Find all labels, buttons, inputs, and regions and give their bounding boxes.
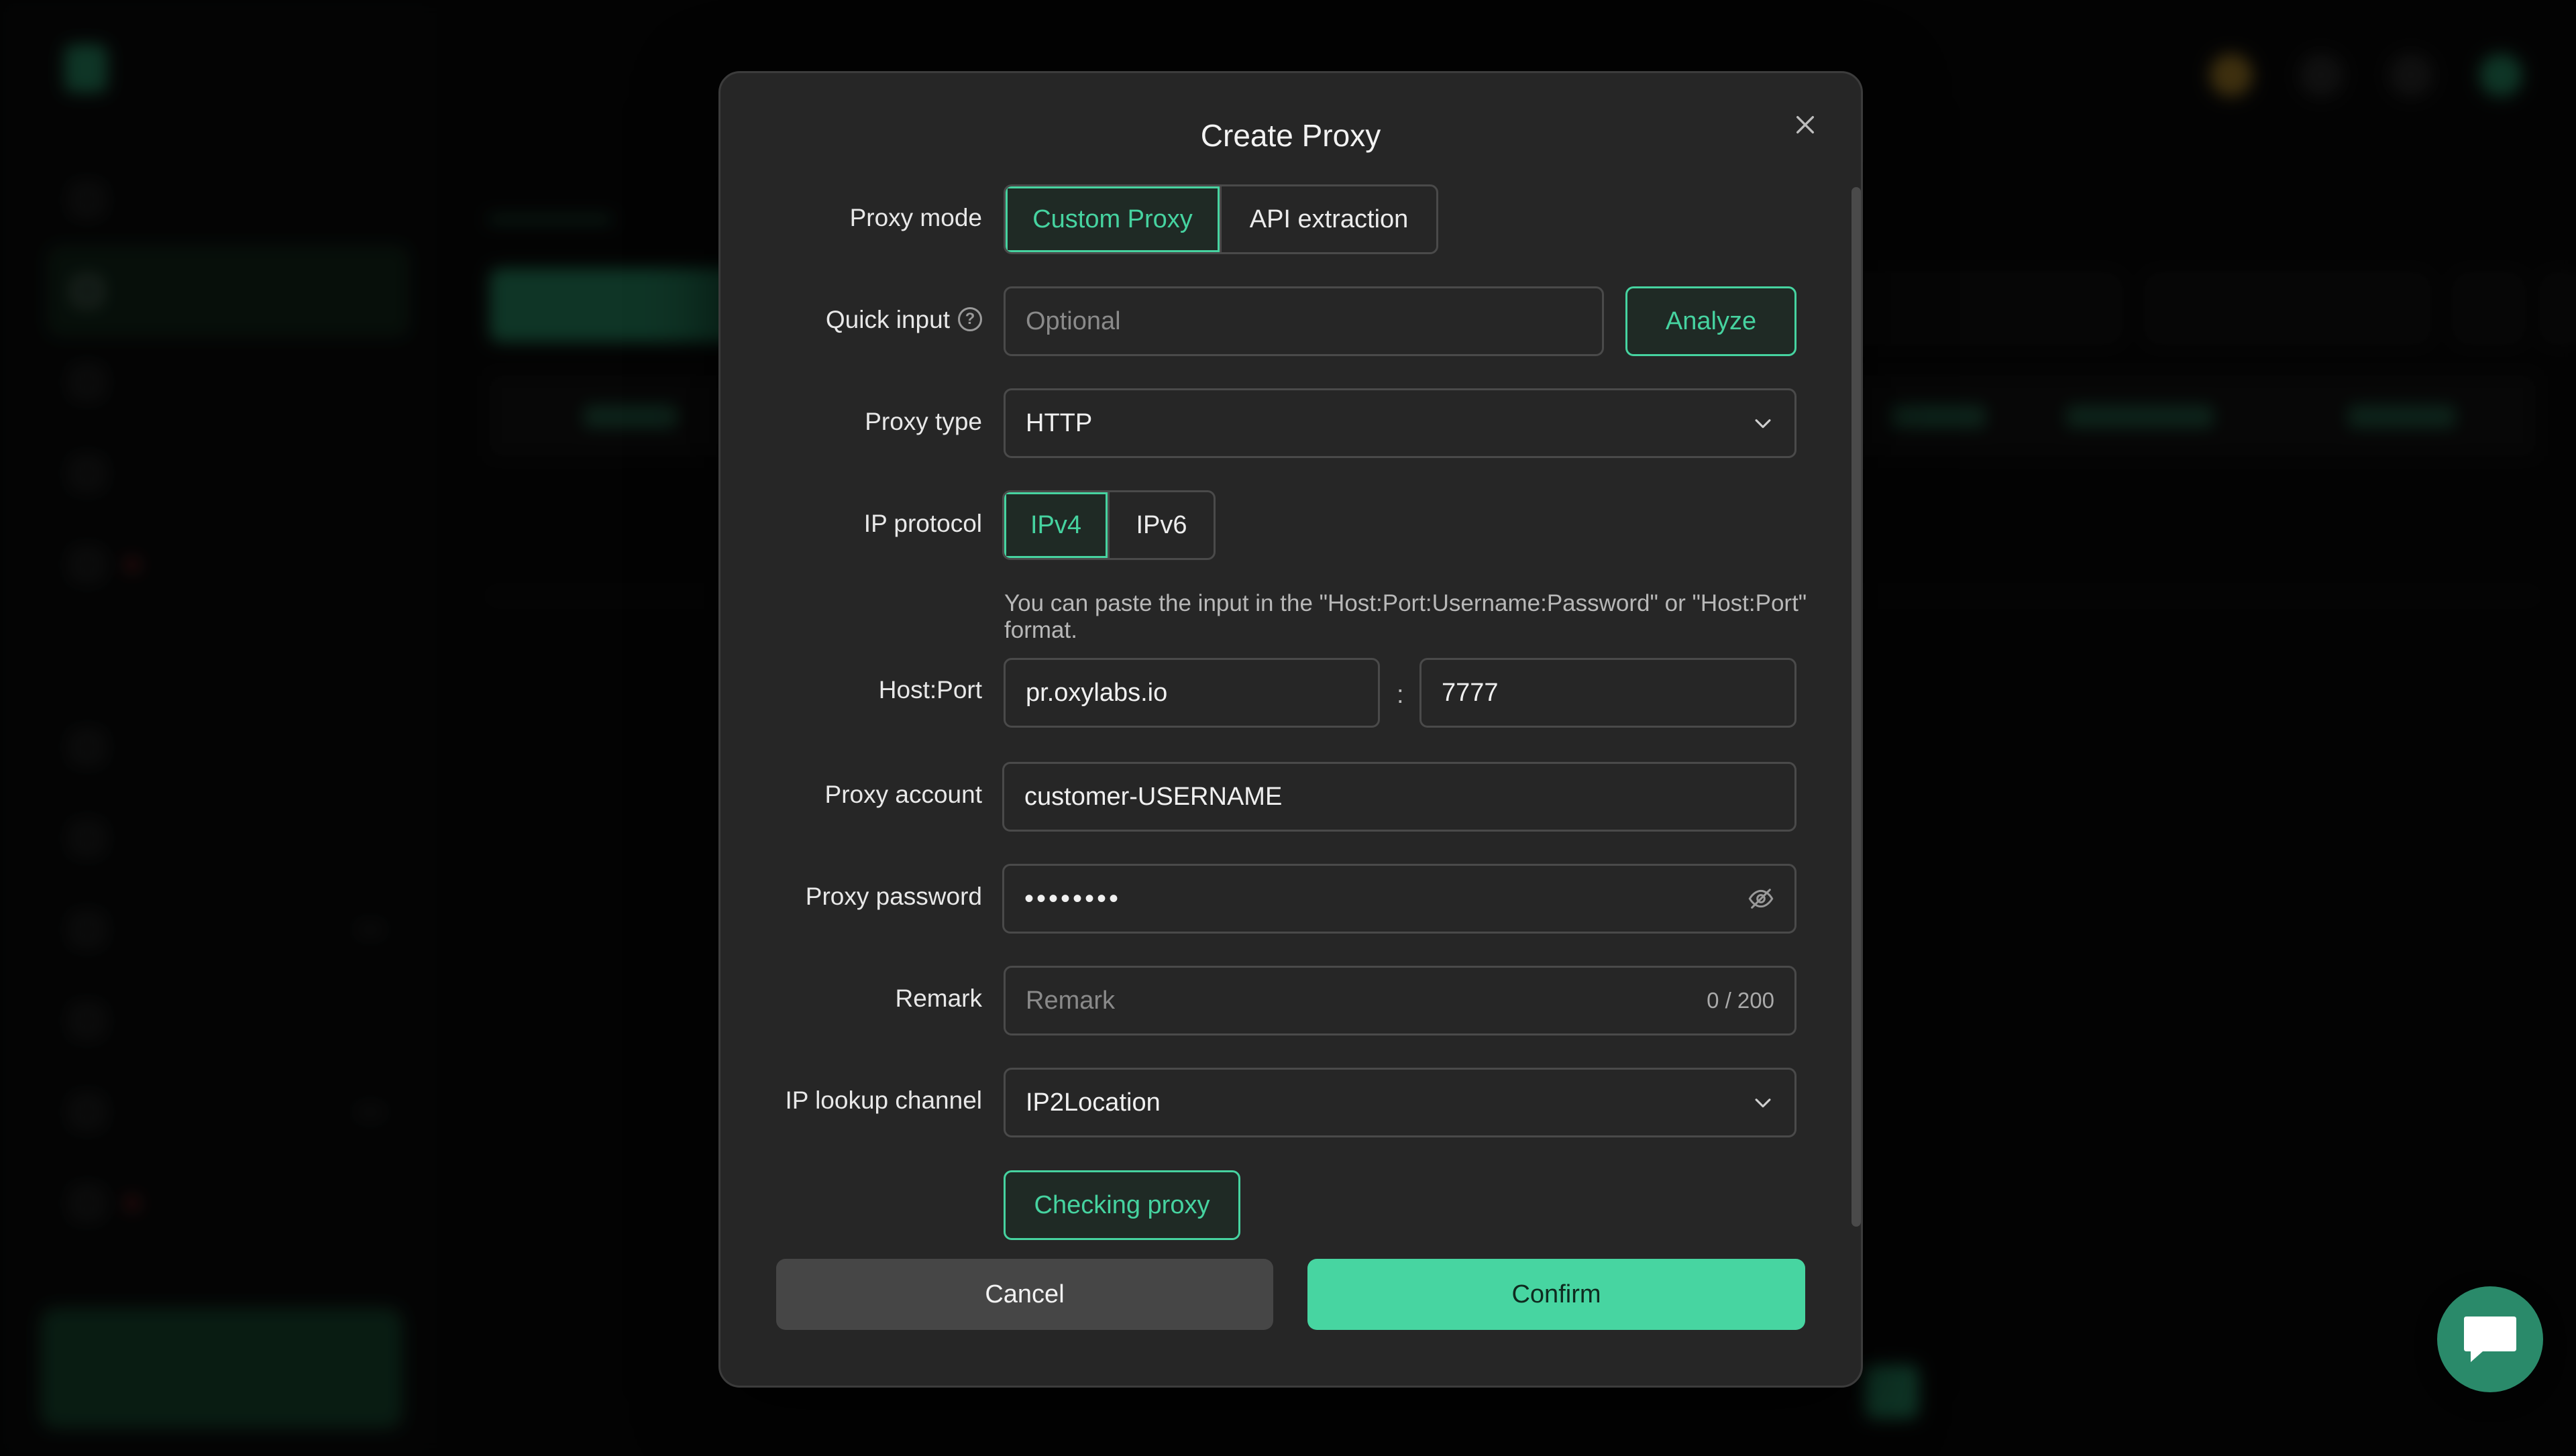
checking-proxy-button[interactable]: Checking proxy xyxy=(1004,1170,1240,1240)
host-value: pr.oxylabs.io xyxy=(1026,678,1168,707)
ip-lookup-channel-value: IP2Location xyxy=(1026,1088,1161,1117)
proxy-password-label: Proxy password xyxy=(805,883,982,910)
remark-label: Remark xyxy=(895,985,982,1012)
proxy-mode-custom-proxy[interactable]: Custom Proxy xyxy=(1006,186,1222,252)
chevron-down-icon xyxy=(1755,419,1771,429)
help-icon[interactable]: ? xyxy=(958,307,982,332)
quick-input-field[interactable] xyxy=(1004,286,1604,356)
chat-icon xyxy=(2464,1317,2516,1362)
proxy-account-label: Proxy account xyxy=(824,781,982,808)
confirm-button[interactable]: Confirm xyxy=(1307,1259,1805,1330)
eye-off-icon[interactable] xyxy=(1748,885,1774,912)
proxy-password-value: •••••••• xyxy=(1024,883,1122,913)
proxy-mode-segmented: Custom Proxy API extraction xyxy=(1004,184,1438,254)
host-port-separator: : xyxy=(1397,681,1404,709)
remark-input[interactable] xyxy=(1026,986,1625,1015)
ip-protocol-ipv6[interactable]: IPv6 xyxy=(1110,492,1214,558)
proxy-mode-api-extraction[interactable]: API extraction xyxy=(1222,186,1436,252)
port-field[interactable]: 7777 xyxy=(1419,658,1796,728)
ip-protocol-segmented: IPv4 IPv6 xyxy=(1002,490,1216,560)
proxy-type-value: HTTP xyxy=(1026,408,1093,437)
ip-protocol-ipv4[interactable]: IPv4 xyxy=(1004,492,1110,558)
proxy-account-field[interactable]: customer-USERNAME xyxy=(1002,762,1796,832)
close-button[interactable] xyxy=(1782,101,1829,148)
chevron-down-icon xyxy=(1755,1099,1771,1108)
proxy-mode-label: Proxy mode xyxy=(849,204,982,231)
proxy-type-label: Proxy type xyxy=(865,408,982,435)
ip-lookup-channel-select[interactable]: IP2Location xyxy=(1004,1068,1796,1137)
host-field[interactable]: pr.oxylabs.io xyxy=(1004,658,1380,728)
proxy-type-select[interactable]: HTTP xyxy=(1004,388,1796,458)
ip-protocol-label: IP protocol xyxy=(863,510,982,537)
remark-counter: 0 / 200 xyxy=(1707,988,1774,1013)
cancel-button[interactable]: Cancel xyxy=(776,1259,1273,1330)
analyze-button[interactable]: Analyze xyxy=(1625,286,1796,356)
quick-input-label: Quick input? xyxy=(700,306,982,334)
proxy-account-value: customer-USERNAME xyxy=(1024,782,1283,811)
quick-input-label-text: Quick input xyxy=(825,306,950,333)
chat-button[interactable] xyxy=(2437,1286,2543,1392)
remark-field[interactable]: 0 / 200 xyxy=(1004,966,1796,1035)
host-port-label: Host:Port xyxy=(878,676,982,704)
host-port-hint: You can paste the input in the "Host:Por… xyxy=(1004,590,1807,643)
dialog-title: Create Proxy xyxy=(1200,118,1381,153)
dialog-scrollbar[interactable] xyxy=(1851,187,1861,1227)
ip-lookup-channel-label: IP lookup channel xyxy=(785,1086,983,1114)
proxy-password-field[interactable]: •••••••• xyxy=(1002,864,1796,934)
close-icon xyxy=(1796,115,1815,134)
port-value: 7777 xyxy=(1442,678,1499,707)
quick-input[interactable] xyxy=(1026,306,1582,336)
create-proxy-dialog: Create Proxy xyxy=(718,71,1863,1388)
